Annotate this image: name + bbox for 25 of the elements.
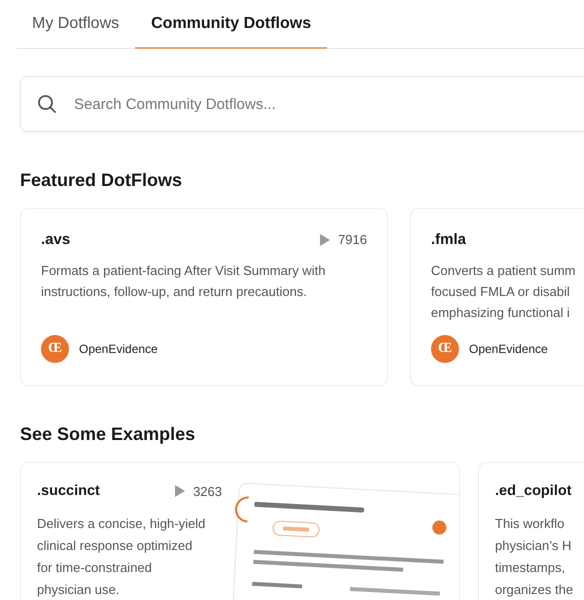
run-count: 7916 xyxy=(338,232,367,247)
tab[interactable]: Community Dotflows xyxy=(135,0,328,49)
play-icon xyxy=(175,485,186,497)
card[interactable]: .ed_copilot This workflo physician’s H timestamps, organizes the xyxy=(478,462,584,600)
author-name: OpenEvidence xyxy=(79,342,158,356)
run-count: 3263 xyxy=(193,484,222,498)
author-logo: Œ xyxy=(41,335,69,363)
card-description: Formats a patient-facing After Visit Summary with instructions, follow-up, and return precautions. xyxy=(41,262,326,301)
card-description: Delivers a concise, high-yield clinical response optimized for time-constrained physician use. xyxy=(37,515,206,599)
tab[interactable]: My Dotflows xyxy=(16,0,136,49)
card[interactable]: .avs 7916 Formats a patient-facing After Visit Summary with instructions, follow-up, and return precautions. Œ OpenEvidence xyxy=(20,208,388,386)
section-title: See Some Examples xyxy=(20,424,196,445)
author-name: OpenEvidence xyxy=(469,342,548,356)
card[interactable]: .fmla Converts a patient summ focused FMLA or disabil emphasizing functional i Œ OpenEvidence xyxy=(410,208,584,386)
card-title: .avs xyxy=(41,231,70,248)
card-description: Converts a patient summ focused FMLA or disabil emphasizing functional i xyxy=(431,262,577,322)
section-title: Featured DotFlows xyxy=(20,170,184,191)
card-title: .succinct xyxy=(37,483,100,499)
author-logo: Œ xyxy=(431,335,459,363)
card[interactable]: .succinct 3263 Delivers a concise, high-yield clinical response optimized for time-constrained physician use. xyxy=(20,462,460,600)
card-title: .ed_copilot xyxy=(495,483,572,499)
card-title: .fmla xyxy=(431,231,466,248)
search-field[interactable]: Search Community Dotflows... xyxy=(20,76,584,132)
play-icon xyxy=(320,234,330,246)
card-description: This workflo physician’s H timestamps, organizes the xyxy=(495,515,574,599)
